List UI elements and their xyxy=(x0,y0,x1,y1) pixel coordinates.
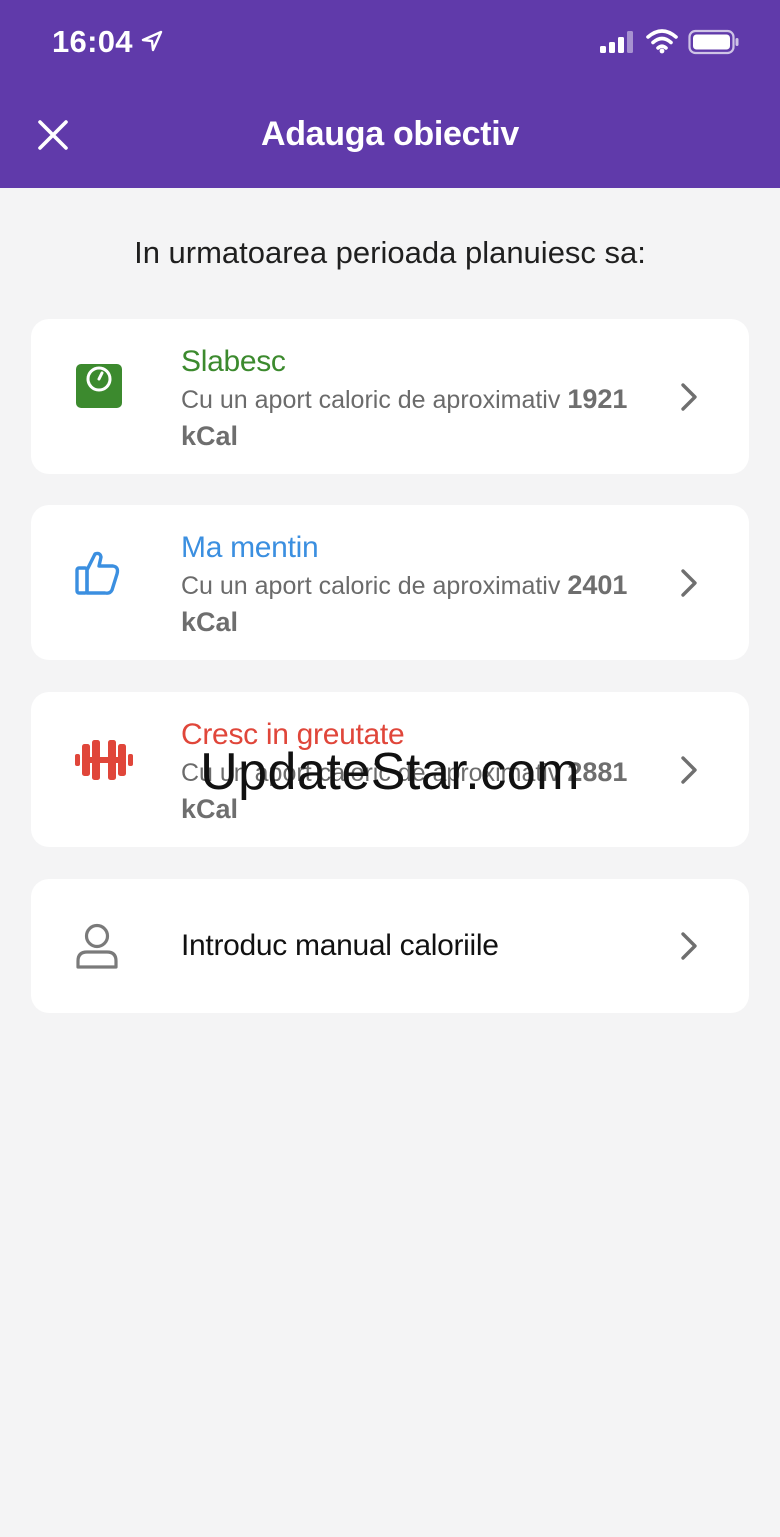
option-title: Slabesc xyxy=(181,345,286,378)
description-text: Cu un aport caloric de aproximativ xyxy=(181,386,561,414)
dumbbell-icon xyxy=(75,740,133,780)
kcal-value: 2401 xyxy=(567,570,628,600)
option-description: Cu un aport caloric de aproximativ 2881 … xyxy=(181,754,651,828)
battery-icon xyxy=(688,29,739,55)
option-lose-weight[interactable]: Slabesc Cu un aport caloric de aproximat… xyxy=(31,319,749,474)
status-time: 16:04 xyxy=(52,24,133,59)
option-manual-calories[interactable]: Introduc manual caloriile xyxy=(31,879,749,1013)
chevron-right-icon xyxy=(681,569,697,597)
kcal-value: 2881 xyxy=(567,757,628,787)
option-description: Cu un aport caloric de aproximativ 2401 … xyxy=(181,567,651,641)
page-title: Adauga obiectiv xyxy=(260,115,520,153)
location-arrow-icon xyxy=(141,30,163,52)
option-title: Ma mentin xyxy=(181,531,319,564)
person-icon xyxy=(76,923,118,969)
manual-label: Introduc manual caloriile xyxy=(181,929,499,962)
kcal-value: 1921 xyxy=(567,384,628,414)
option-description: Cu un aport caloric de aproximativ 1921 … xyxy=(181,381,651,455)
chevron-right-icon xyxy=(681,383,697,411)
chevron-right-icon xyxy=(681,932,697,960)
option-maintain-weight[interactable]: Ma mentin Cu un aport caloric de aproxim… xyxy=(31,505,749,660)
option-gain-weight[interactable]: Cresc in greutate Cu un aport caloric de… xyxy=(31,692,749,847)
wifi-icon xyxy=(646,29,678,54)
option-title: Cresc in greutate xyxy=(181,718,405,751)
thumbs-up-icon xyxy=(75,551,120,595)
description-text: Cu un aport caloric de aproximativ xyxy=(181,572,561,600)
scale-icon xyxy=(76,364,122,408)
signal-icon xyxy=(600,31,633,53)
kcal-unit: kCal xyxy=(181,421,239,451)
app-header: 16:04 Adauga obiectiv xyxy=(0,0,780,188)
goal-prompt: In urmatoarea perioada planuiesc sa: xyxy=(134,235,646,270)
kcal-unit: kCal xyxy=(181,794,239,824)
kcal-unit: kCal xyxy=(181,607,239,637)
description-text: Cu un aport caloric de aproximativ xyxy=(181,759,561,787)
chevron-right-icon xyxy=(681,756,697,784)
